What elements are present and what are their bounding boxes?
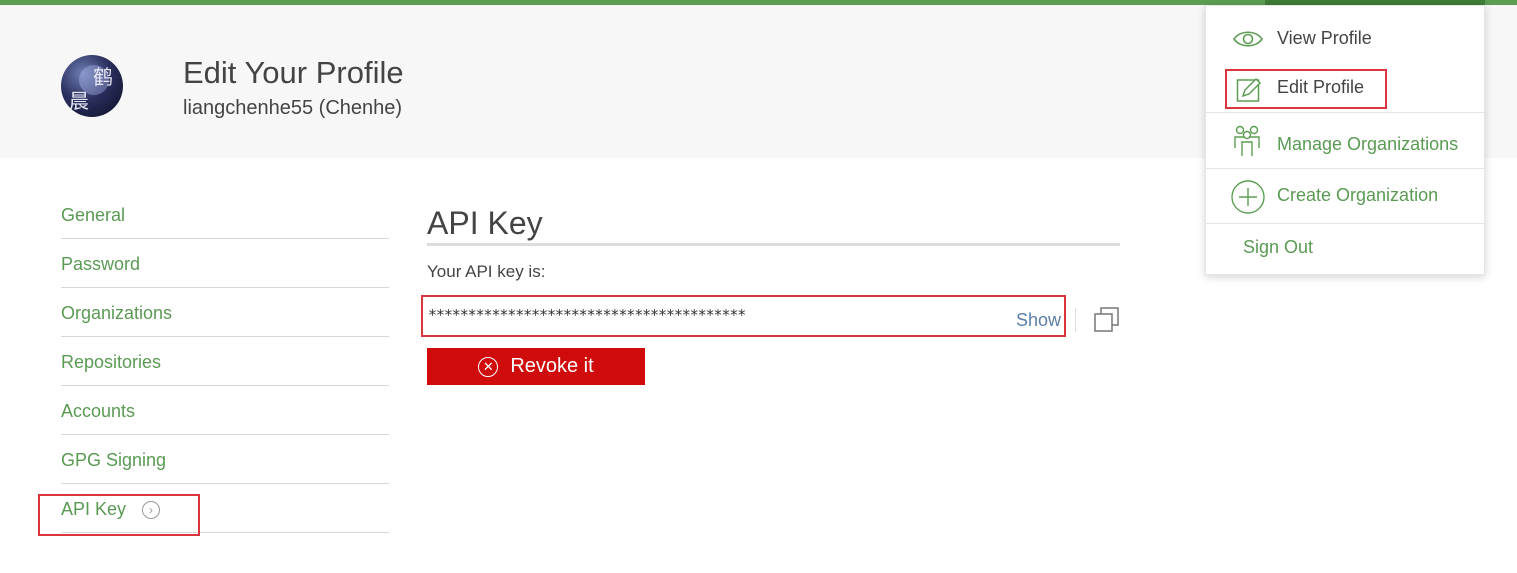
menu-item-label: Create Organization [1277,185,1439,205]
sidebar-item-label: Password [61,254,141,274]
sidebar-item-label: Repositories [61,352,162,372]
page-title: Edit Your Profile [183,55,404,90]
avatar: 鹤 晨 [61,55,123,117]
menu-divider [1206,168,1484,169]
sidebar-item-label: General [61,205,126,225]
menu-item-view-profile[interactable]: View Profile [1206,20,1484,60]
sidebar-item-gpg-signing[interactable]: GPG Signing [61,435,389,484]
sidebar-item-label: Accounts [61,401,136,421]
x-circle-icon: ✕ [478,356,499,377]
menu-item-manage-organizations[interactable]: Manage Organizations [1206,118,1484,168]
api-key-value: **************************************** [428,306,746,324]
sidebar-item-general[interactable]: General [61,190,389,239]
menu-divider [1206,112,1484,113]
username-subtitle: liangchenhe55 (Chenhe) [183,97,403,119]
menu-item-label: Manage Organizations [1277,134,1459,154]
menu-item-label: Sign Out [1243,237,1314,257]
menu-item-label: View Profile [1277,28,1372,48]
people-icon [1234,125,1260,156]
plus-circle-icon [1231,180,1265,214]
api-key-highlight-box [38,494,200,536]
field-separator [1075,308,1076,332]
user-dropdown-menu: View Profile Edit Profile Manage Organiz… [1205,5,1485,275]
sidebar-item-organizations[interactable]: Organizations [61,288,389,337]
copy-icon[interactable] [1093,306,1121,334]
edit-profile-highlight-box [1225,69,1387,109]
sidebar-item-repositories[interactable]: Repositories [61,337,389,386]
menu-item-create-organization[interactable]: Create Organization [1206,173,1484,223]
sidebar-item-accounts[interactable]: Accounts [61,386,389,435]
revoke-button[interactable]: ✕ Revoke it [427,348,645,385]
avatar-char-2: 晨 [69,89,89,113]
settings-sidebar: General Password Organizations Repositor… [61,190,389,533]
sidebar-item-label: Organizations [61,303,173,323]
sidebar-item-label: GPG Signing [61,450,167,470]
eye-icon [1233,31,1263,47]
revoke-button-label: Revoke it [510,355,594,377]
section-title: API Key [427,205,543,241]
sidebar-item-password[interactable]: Password [61,239,389,288]
section-divider [427,243,1120,246]
menu-divider [1206,223,1484,224]
menu-item-sign-out[interactable]: Sign Out [1206,228,1484,268]
show-key-link[interactable]: Show [1016,310,1061,331]
avatar-char-1: 鹤 [93,65,113,89]
api-key-label: Your API key is: [427,262,546,281]
